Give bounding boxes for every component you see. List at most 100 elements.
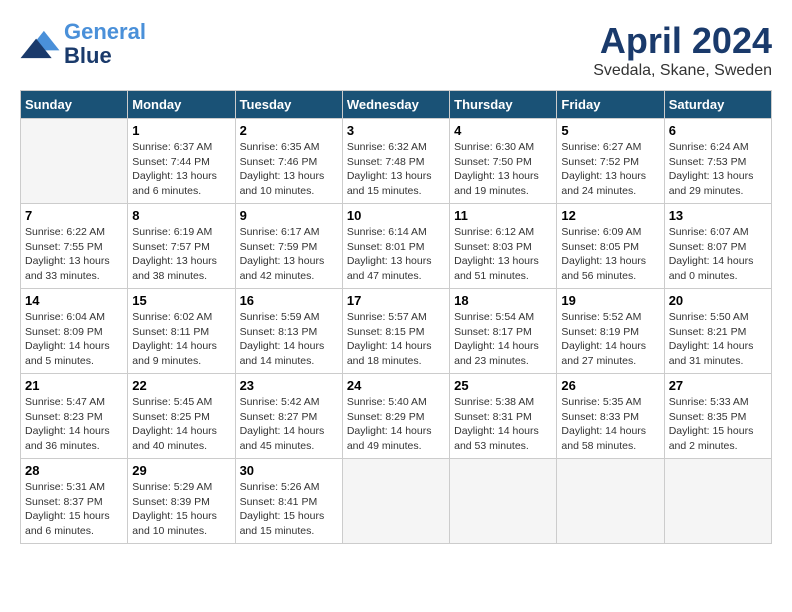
week-row-2: 7 Sunrise: 6:22 AM Sunset: 7:55 PM Daylig… [21,204,772,289]
day-number: 29 [132,463,230,478]
day-info: Sunrise: 5:47 AM Sunset: 8:23 PM Dayligh… [25,395,123,454]
day-number: 1 [132,123,230,138]
day-number: 9 [240,208,338,223]
day-number: 5 [561,123,659,138]
day-info: Sunrise: 6:02 AM Sunset: 8:11 PM Dayligh… [132,310,230,369]
calendar-header-row: SundayMondayTuesdayWednesdayThursdayFrid… [21,91,772,119]
day-info: Sunrise: 6:07 AM Sunset: 8:07 PM Dayligh… [669,225,767,284]
calendar-cell: 26Sunrise: 5:35 AM Sunset: 8:33 PM Dayli… [557,374,664,459]
calendar-cell: 7 Sunrise: 6:22 AM Sunset: 7:55 PM Daylig… [21,204,128,289]
column-header-thursday: Thursday [450,91,557,119]
calendar-cell: 15 Sunrise: 6:02 AM Sunset: 8:11 PM Dayli… [128,289,235,374]
day-number: 27 [669,378,767,393]
day-info: Sunrise: 5:50 AM Sunset: 8:21 PM Dayligh… [669,310,767,369]
day-info: Sunrise: 5:42 AM Sunset: 8:27 PM Dayligh… [240,395,338,454]
calendar-cell: 5 Sunrise: 6:27 AM Sunset: 7:52 PM Daylig… [557,119,664,204]
day-info: Sunrise: 6:19 AM Sunset: 7:57 PM Dayligh… [132,225,230,284]
column-header-tuesday: Tuesday [235,91,342,119]
day-number: 25 [454,378,552,393]
calendar-cell [342,459,449,544]
day-number: 24 [347,378,445,393]
title-area: April 2024 Svedala, Skane, Sweden [593,20,772,80]
calendar-cell: 24 Sunrise: 5:40 AM Sunset: 8:29 PM Dayli… [342,374,449,459]
logo: General Blue [20,20,146,68]
day-number: 14 [25,293,123,308]
day-info: Sunrise: 6:04 AM Sunset: 8:09 PM Dayligh… [25,310,123,369]
day-info: Sunrise: 5:59 AM Sunset: 8:13 PM Dayligh… [240,310,338,369]
calendar-cell: 27Sunrise: 5:33 AM Sunset: 8:35 PM Dayli… [664,374,771,459]
day-number: 22 [132,378,230,393]
day-info: Sunrise: 5:29 AM Sunset: 8:39 PM Dayligh… [132,480,230,539]
calendar-cell [21,119,128,204]
day-info: Sunrise: 5:40 AM Sunset: 8:29 PM Dayligh… [347,395,445,454]
calendar-cell: 18 Sunrise: 5:54 AM Sunset: 8:17 PM Dayli… [450,289,557,374]
day-info: Sunrise: 6:32 AM Sunset: 7:48 PM Dayligh… [347,140,445,199]
calendar-cell: 10 Sunrise: 6:14 AM Sunset: 8:01 PM Dayli… [342,204,449,289]
week-row-3: 14 Sunrise: 6:04 AM Sunset: 8:09 PM Dayli… [21,289,772,374]
day-info: Sunrise: 6:17 AM Sunset: 7:59 PM Dayligh… [240,225,338,284]
day-number: 18 [454,293,552,308]
day-info: Sunrise: 5:31 AM Sunset: 8:37 PM Dayligh… [25,480,123,539]
calendar-table: SundayMondayTuesdayWednesdayThursdayFrid… [20,90,772,544]
week-row-1: 1 Sunrise: 6:37 AM Sunset: 7:44 PM Daylig… [21,119,772,204]
calendar-cell: 13 Sunrise: 6:07 AM Sunset: 8:07 PM Dayli… [664,204,771,289]
calendar-cell: 23 Sunrise: 5:42 AM Sunset: 8:27 PM Dayli… [235,374,342,459]
location: Svedala, Skane, Sweden [593,62,772,80]
day-info: Sunrise: 5:52 AM Sunset: 8:19 PM Dayligh… [561,310,659,369]
day-number: 19 [561,293,659,308]
day-number: 7 [25,208,123,223]
day-number: 15 [132,293,230,308]
day-info: Sunrise: 6:35 AM Sunset: 7:46 PM Dayligh… [240,140,338,199]
calendar-cell [450,459,557,544]
day-info: Sunrise: 6:09 AM Sunset: 8:05 PM Dayligh… [561,225,659,284]
calendar-cell: 1 Sunrise: 6:37 AM Sunset: 7:44 PM Daylig… [128,119,235,204]
calendar-cell: 17Sunrise: 5:57 AM Sunset: 8:15 PM Dayli… [342,289,449,374]
day-number: 28 [25,463,123,478]
week-row-4: 21 Sunrise: 5:47 AM Sunset: 8:23 PM Dayli… [21,374,772,459]
day-info: Sunrise: 6:12 AM Sunset: 8:03 PM Dayligh… [454,225,552,284]
day-number: 23 [240,378,338,393]
calendar-cell: 6 Sunrise: 6:24 AM Sunset: 7:53 PM Daylig… [664,119,771,204]
calendar-cell [557,459,664,544]
calendar-cell: 16 Sunrise: 5:59 AM Sunset: 8:13 PM Dayli… [235,289,342,374]
day-info: Sunrise: 5:54 AM Sunset: 8:17 PM Dayligh… [454,310,552,369]
page-header: General Blue April 2024 Svedala, Skane, … [20,20,772,80]
day-info: Sunrise: 6:14 AM Sunset: 8:01 PM Dayligh… [347,225,445,284]
day-info: Sunrise: 6:22 AM Sunset: 7:55 PM Dayligh… [25,225,123,284]
calendar-cell: 3 Sunrise: 6:32 AM Sunset: 7:48 PM Daylig… [342,119,449,204]
day-info: Sunrise: 6:24 AM Sunset: 7:53 PM Dayligh… [669,140,767,199]
calendar-cell: 9 Sunrise: 6:17 AM Sunset: 7:59 PM Daylig… [235,204,342,289]
calendar-cell: 28 Sunrise: 5:31 AM Sunset: 8:37 PM Dayli… [21,459,128,544]
logo-icon [20,27,60,62]
month-title: April 2024 [593,20,772,62]
day-number: 10 [347,208,445,223]
day-number: 2 [240,123,338,138]
day-info: Sunrise: 5:35 AM Sunset: 8:33 PM Dayligh… [561,395,659,454]
day-info: Sunrise: 5:26 AM Sunset: 8:41 PM Dayligh… [240,480,338,539]
calendar-cell [664,459,771,544]
column-header-saturday: Saturday [664,91,771,119]
calendar-cell: 25 Sunrise: 5:38 AM Sunset: 8:31 PM Dayli… [450,374,557,459]
day-info: Sunrise: 5:38 AM Sunset: 8:31 PM Dayligh… [454,395,552,454]
calendar-cell: 29 Sunrise: 5:29 AM Sunset: 8:39 PM Dayli… [128,459,235,544]
day-number: 30 [240,463,338,478]
calendar-cell: 21 Sunrise: 5:47 AM Sunset: 8:23 PM Dayli… [21,374,128,459]
day-number: 21 [25,378,123,393]
calendar-cell: 14 Sunrise: 6:04 AM Sunset: 8:09 PM Dayli… [21,289,128,374]
day-number: 13 [669,208,767,223]
calendar-cell: 8 Sunrise: 6:19 AM Sunset: 7:57 PM Daylig… [128,204,235,289]
column-header-monday: Monday [128,91,235,119]
day-number: 6 [669,123,767,138]
day-number: 3 [347,123,445,138]
day-number: 20 [669,293,767,308]
calendar-cell: 12 Sunrise: 6:09 AM Sunset: 8:05 PM Dayli… [557,204,664,289]
day-number: 17 [347,293,445,308]
day-number: 12 [561,208,659,223]
day-info: Sunrise: 6:27 AM Sunset: 7:52 PM Dayligh… [561,140,659,199]
logo-text: General Blue [64,20,146,68]
day-number: 16 [240,293,338,308]
day-info: Sunrise: 6:37 AM Sunset: 7:44 PM Dayligh… [132,140,230,199]
day-number: 8 [132,208,230,223]
calendar-cell: 19 Sunrise: 5:52 AM Sunset: 8:19 PM Dayli… [557,289,664,374]
day-info: Sunrise: 6:30 AM Sunset: 7:50 PM Dayligh… [454,140,552,199]
